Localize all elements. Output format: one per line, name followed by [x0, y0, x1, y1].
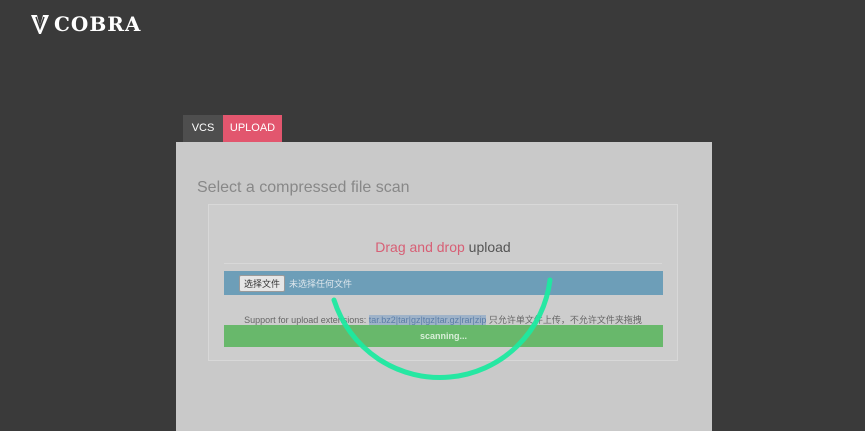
support-extensions: tar.bz2|tar|gz|tgz|tar.gz|rar|zip	[368, 315, 487, 325]
source-tabs: VCS UPLOAD	[183, 115, 282, 142]
upload-panel: Select a compressed file scan Drag and d…	[176, 142, 712, 431]
tab-upload[interactable]: UPLOAD	[223, 115, 282, 142]
support-suffix: 只允许单文件上传，不允许文件夹拖拽	[486, 315, 642, 325]
file-status-text: 未选择任何文件	[289, 278, 353, 289]
divider	[224, 263, 662, 264]
panel-title: Select a compressed file scan	[197, 179, 410, 196]
support-prefix: Support for upload extensions:	[244, 315, 369, 325]
drop-zone-heading[interactable]: Drag and drop upload	[209, 239, 677, 255]
file-input-bar[interactable]: 选择文件 未选择任何文件	[224, 271, 663, 295]
choose-file-button[interactable]: 选择文件	[239, 274, 286, 292]
drop-rest-text: upload	[464, 239, 511, 255]
page: COBRA VCS UPLOAD Select a compressed fil…	[0, 0, 865, 431]
scan-progress-bar: scanning...	[224, 325, 663, 347]
app-logo[interactable]: COBRA	[30, 12, 141, 36]
tab-vcs[interactable]: VCS	[183, 115, 223, 142]
upload-card: Drag and drop upload 选择文件 未选择任何文件 Suppor…	[208, 204, 678, 361]
cobra-logo-icon	[31, 15, 49, 34]
logo-text: COBRA	[54, 12, 142, 36]
drop-highlight-text: Drag and drop	[375, 239, 465, 255]
